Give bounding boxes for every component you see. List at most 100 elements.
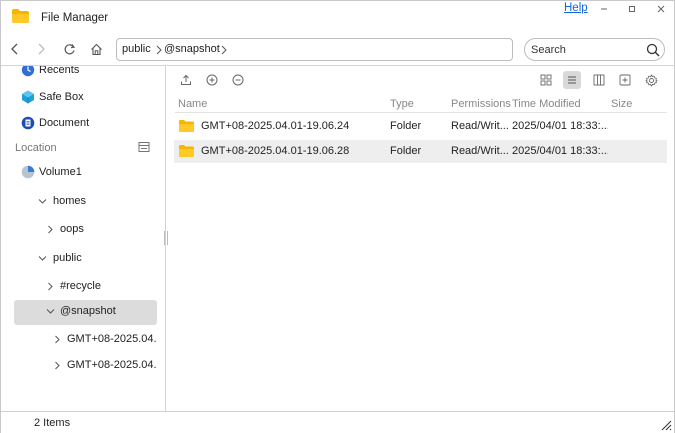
volume-icon (21, 165, 35, 179)
back-button[interactable] (6, 40, 24, 58)
tree-item-label: #recycle (60, 280, 101, 292)
tree-item-homes[interactable]: homes (1, 190, 165, 214)
add-square-icon (619, 74, 631, 86)
maximize-icon (629, 6, 635, 12)
folder-icon (179, 145, 194, 157)
close-icon (657, 5, 665, 13)
title-bar: File Manager Help (1, 1, 674, 35)
path-bar[interactable]: public @snapshot (116, 38, 621, 61)
window-title: File Manager (41, 12, 109, 24)
file-permissions: Read/Writ... (451, 120, 509, 132)
tree-item-snapshot-1[interactable]: GMT+08-2025.04. (1, 328, 165, 352)
new-folder-button[interactable] (205, 73, 219, 87)
list-view-button[interactable] (563, 71, 581, 89)
new-window-button[interactable] (618, 73, 632, 87)
tree-item-snapshot[interactable]: @snapshot (1, 300, 165, 324)
chevron-right-icon (156, 45, 162, 55)
home-button[interactable] (87, 40, 105, 58)
chevron-down-icon[interactable] (38, 197, 47, 206)
gear-icon (644, 73, 658, 87)
search-box (524, 38, 665, 61)
column-header-permissions[interactable]: Permissions (451, 98, 511, 110)
column-header-name[interactable]: Name (178, 98, 207, 110)
more-circle-icon (232, 74, 244, 86)
breadcrumb-public[interactable]: public (122, 43, 151, 55)
search-input[interactable] (531, 41, 639, 58)
breadcrumb-snapshot[interactable]: @snapshot (164, 43, 220, 55)
tree-item-label: Volume1 (39, 166, 82, 178)
grid-view-icon (540, 74, 552, 86)
table-row[interactable]: GMT+08-2025.04.01-19.06.24 Folder Read/W… (174, 115, 667, 138)
chevron-right-icon[interactable] (53, 335, 62, 344)
file-manager-window: File Manager Help public @snapshot Searc… (0, 0, 675, 433)
forward-button[interactable] (32, 40, 50, 58)
sidebar-item-document[interactable]: Document (1, 112, 165, 136)
tree-item-public[interactable]: public (1, 247, 165, 271)
minimize-button[interactable] (597, 3, 611, 15)
chevron-right-icon[interactable] (46, 225, 55, 234)
tree-item-label: oops (60, 223, 84, 235)
tree-item-label: homes (53, 195, 87, 207)
sidebar-item-label: Recents (39, 65, 80, 76)
chevron-right-icon[interactable] (53, 361, 62, 370)
grid-view-button[interactable] (539, 73, 553, 87)
sidebar: Recents Safe Box Document Location Volum… (1, 65, 166, 411)
file-list-panel: Name Type Permissions Time Modified Size… (167, 65, 675, 411)
chevron-down-icon[interactable] (38, 254, 47, 263)
upload-icon (181, 74, 191, 85)
maximize-button[interactable] (625, 3, 639, 15)
folder-icon (179, 120, 194, 132)
safe-box-icon (22, 90, 34, 104)
table-row[interactable]: GMT+08-2025.04.01-19.06.28 Folder Read/W… (174, 140, 667, 163)
file-type: Folder (390, 120, 422, 132)
status-bar: 2 Items (1, 411, 674, 433)
sidebar-item-label: Safe Box (39, 91, 84, 103)
tree-item-label: GMT+08-2025.04. (67, 359, 157, 371)
header-divider (175, 112, 667, 113)
search-icon[interactable] (646, 43, 660, 57)
location-section-label: Location (15, 142, 57, 154)
file-modified: 2025/04/01 18:33:... (512, 120, 608, 132)
chevron-left-icon (11, 43, 18, 55)
column-view-button[interactable] (592, 73, 606, 87)
settings-button[interactable] (644, 73, 658, 87)
refresh-button[interactable] (60, 40, 78, 58)
sidebar-item-safe-box[interactable]: Safe Box (1, 86, 165, 110)
navigation-bar: public @snapshot (1, 35, 674, 65)
column-header-type[interactable]: Type (390, 98, 414, 110)
tree-item-snapshot-2[interactable]: GMT+08-2025.04. (1, 354, 165, 378)
more-actions-button[interactable] (231, 73, 245, 87)
chevron-right-icon (38, 43, 45, 55)
item-count: 2 Items (34, 417, 71, 429)
chevron-right-icon (221, 45, 227, 55)
tree-item-label: GMT+08-2025.04. (67, 333, 157, 345)
tree-item-label: public (53, 252, 82, 264)
tree-item-volume1[interactable]: Volume1 (1, 161, 165, 185)
chevron-down-icon[interactable] (46, 307, 55, 316)
folder-app-icon (12, 9, 29, 23)
file-type: Folder (390, 145, 422, 157)
location-settings-icon[interactable] (138, 141, 150, 153)
tree-item-label: @snapshot (60, 305, 116, 317)
plus-circle-icon (206, 74, 218, 86)
column-header-size[interactable]: Size (611, 98, 632, 110)
upload-button[interactable] (179, 73, 193, 87)
resize-grip-icon[interactable] (658, 417, 672, 431)
close-button[interactable] (654, 3, 668, 15)
column-view-icon (593, 74, 605, 86)
sidebar-item-label: Document (39, 117, 90, 129)
home-icon (90, 43, 102, 55)
column-header-time-modified[interactable]: Time Modified (512, 98, 581, 110)
recents-icon (21, 66, 35, 77)
chevron-right-icon[interactable] (46, 282, 55, 291)
file-permissions: Read/Writ... (451, 145, 509, 157)
file-toolbar (167, 66, 675, 94)
file-name: GMT+08-2025.04.01-19.06.24 (201, 120, 350, 132)
help-link[interactable]: Help (564, 2, 588, 14)
tree-item-oops[interactable]: oops (1, 218, 165, 242)
list-view-icon (568, 76, 576, 84)
refresh-icon (64, 43, 75, 54)
document-icon (21, 116, 35, 130)
tree-item-recycle[interactable]: #recycle (1, 275, 165, 299)
sidebar-item-recents[interactable]: Recents (1, 65, 165, 83)
